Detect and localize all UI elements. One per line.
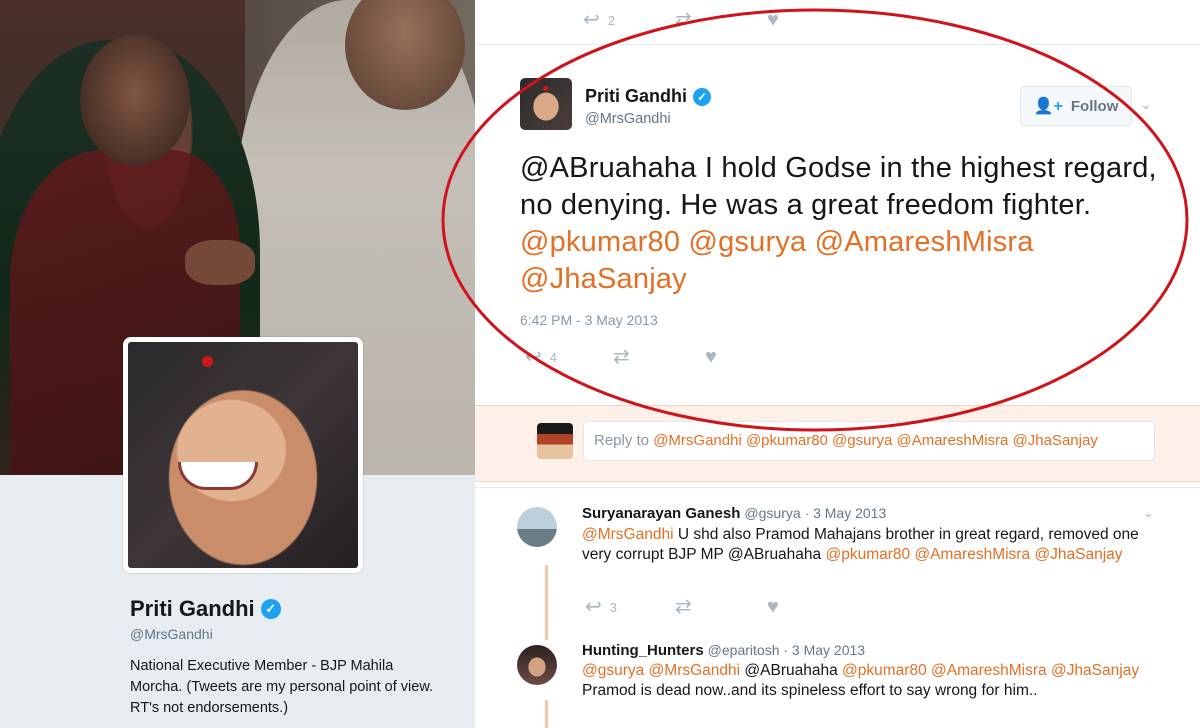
profile-bio: National Executive Member - BJP Mahila M… [130,658,434,716]
retweet-icon: ⇄ [613,346,630,368]
reply-text-tail: Pramod is dead now..and its spineless ef… [582,682,1038,699]
reply-1-like-action[interactable]: ♥ [767,597,779,617]
current-user-avatar [537,423,573,459]
verified-badge-icon: ✓ [693,87,712,106]
follow-person-icon: 👤+ [1033,98,1063,115]
profile-column: Priti Gandhi ✓ @MrsGandhi National Execu… [0,0,475,728]
tweet-reply-count: 4 [549,349,557,365]
tweet-reply-action[interactable]: ↩ 4 [525,347,557,367]
thread-connector [545,700,548,728]
profile-avatar[interactable] [123,337,363,573]
verified-badge-icon: ✓ [260,599,281,619]
tweet-author-name-text[interactable]: Priti Gandhi [585,86,687,107]
thread-connector [545,565,548,640]
tweet-retweet-action[interactable]: ⇄ [613,347,630,367]
reply-author-name[interactable]: Hunting_Hunters [582,642,704,659]
previous-tweet-actions: ↩ 2 ⇄ ♥ [475,0,1200,45]
reply-meta[interactable]: @gsurya · 3 May 2013 [744,505,886,521]
tweet-author-handle[interactable]: @MrsGandhi [585,111,671,127]
mention-link[interactable]: @pkumar80 @AmareshMisra @JhaSanjay [825,546,1122,563]
reply-prefix: Reply to [594,432,654,449]
reply-text: @gsurya @MrsGandhi @ABruahaha @pkumar80 … [582,661,1152,701]
reply-header[interactable]: Hunting_Hunters @eparitosh · 3 May 2013 [582,642,865,659]
reply-1-retweet-action[interactable]: ⇄ [675,597,692,617]
reply-text-body: @ABruahaha [740,662,843,679]
chevron-down-icon[interactable]: ⌄ [1143,505,1154,521]
tweet-timestamp[interactable]: 6:42 PM - 3 May 2013 [520,312,658,328]
mention-link[interactable]: @JhaSanjay [520,263,687,295]
mention-link[interactable]: @pkumar80 [520,226,680,258]
retweet-icon: ⇄ [675,596,692,618]
reply-input[interactable]: Reply to @MrsGandhi @pkumar80 @gsurya @A… [583,421,1155,461]
profile-name-text[interactable]: Priti Gandhi [130,596,255,622]
tweet-like-action[interactable]: ♥ [705,347,717,367]
reply-1-reply-count: 3 [609,599,617,615]
reply-author-avatar[interactable] [517,507,557,547]
follow-label: Follow [1070,97,1119,115]
reply-mentions: @MrsGandhi @pkumar80 @gsurya @AmareshMis… [653,432,1098,449]
mention-link[interactable]: @gsurya @MrsGandhi [582,662,740,679]
reply-author-name[interactable]: Suryanarayan Ganesh [582,505,740,522]
reply-text: @MrsGandhi U shd also Pramod Mahajans br… [582,525,1152,565]
reply-count: 2 [607,12,615,28]
reply-icon: ↩ [583,9,600,31]
tweet-text: @ABruahaha I hold Godse in the highest r… [520,150,1180,298]
like-icon: ♥ [705,346,717,368]
profile-handle[interactable]: @MrsGandhi [130,626,213,642]
profile-name[interactable]: Priti Gandhi ✓ [130,596,281,622]
divider [475,487,1200,488]
reply-icon: ↩ [585,596,602,618]
mention-link[interactable]: @gsurya [688,226,806,258]
reply-author-avatar[interactable] [517,645,557,685]
reply-meta[interactable]: @eparitosh · 3 May 2013 [708,642,865,658]
like-icon: ♥ [767,9,779,31]
like-action[interactable]: ♥ [767,10,779,30]
reply-action[interactable]: ↩ 2 [583,10,615,30]
tweet-panel: ↩ 2 ⇄ ♥ Priti Gandhi ✓ @MrsGandhi 👤+ Fol… [475,0,1200,728]
retweet-icon: ⇄ [675,9,692,31]
like-icon: ♥ [767,596,779,618]
chevron-down-icon[interactable]: ⌄ [1140,96,1152,113]
tweet-author-avatar[interactable] [520,78,572,130]
follow-button[interactable]: 👤+ Follow [1020,86,1132,126]
reply-composer: Reply to @MrsGandhi @pkumar80 @gsurya @A… [475,405,1200,482]
tweet-author-name[interactable]: Priti Gandhi ✓ [585,86,712,107]
tweet-text-body[interactable]: @ABruahaha [520,152,697,184]
retweet-action[interactable]: ⇄ [675,10,692,30]
mention-link[interactable]: @AmareshMisra [815,226,1034,258]
reply-1-reply-action[interactable]: ↩ 3 [585,597,617,617]
mention-link[interactable]: @MrsGandhi [582,526,674,543]
mention-link[interactable]: @pkumar80 @AmareshMisra @JhaSanjay [842,662,1139,679]
reply-icon: ↩ [525,346,542,368]
reply-header[interactable]: Suryanarayan Ganesh @gsurya · 3 May 2013 [582,505,886,522]
